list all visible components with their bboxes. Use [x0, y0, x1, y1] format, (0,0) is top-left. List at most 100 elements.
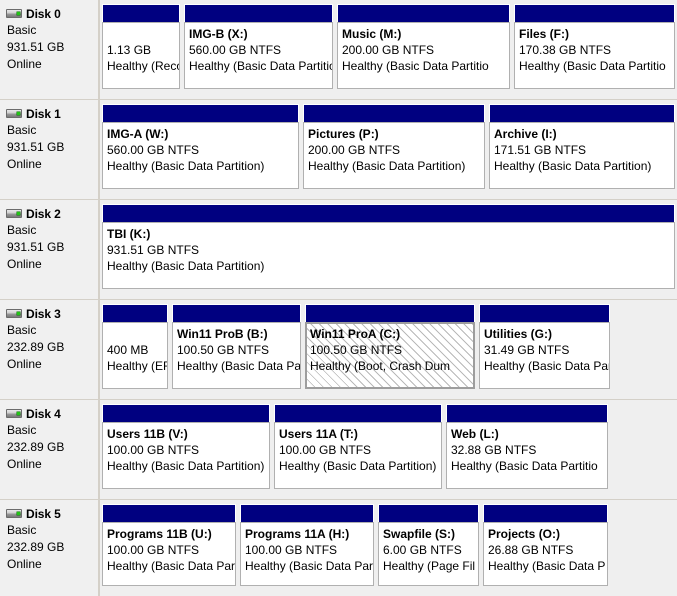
- online-status-led-icon: [17, 312, 20, 315]
- partition-text-lines: Swapfile (S:) 6.00 GB NTFS Healthy (Page F…: [383, 526, 475, 574]
- partition-block[interactable]: Users 11B (V:) 100.00 GB NTFS Healthy (Bas…: [100, 404, 272, 489]
- disk-info-pane-4[interactable]: Disk 4 Basic 232.89 GB Online: [0, 400, 100, 499]
- disk-status-label: Online: [7, 257, 42, 271]
- partition-details[interactable]: Projects (O:) 26.88 GB NTFS Healthy (Basic…: [483, 522, 608, 586]
- disk-info-pane-0[interactable]: Disk 0 Basic 931.51 GB Online: [0, 0, 100, 99]
- partition-status: Healthy (Basic Data Par: [245, 559, 374, 573]
- partition-text-lines: IMG-A (W:) 560.00 GB NTFS Healthy (Basic D…: [107, 126, 295, 174]
- partition-size: 931.51 GB NTFS: [107, 243, 200, 257]
- partition-usage-bar: [102, 504, 236, 522]
- partition-block[interactable]: Win11 ProB (B:) 100.50 GB NTFS Healthy (Ba…: [170, 304, 303, 389]
- partition-block[interactable]: Swapfile (S:) 6.00 GB NTFS Healthy (Page F…: [376, 504, 481, 586]
- partition-size: 200.00 GB NTFS: [308, 143, 401, 157]
- partition-text-lines: Music (M:) 200.00 GB NTFS Healthy (Basic D…: [342, 26, 506, 74]
- partition-label: Users 11B (V:): [107, 427, 188, 441]
- disk-capacity-label: 232.89 GB: [7, 440, 65, 454]
- partition-details[interactable]: TBI (K:) 931.51 GB NTFS Healthy (Basic Dat…: [102, 222, 675, 289]
- partition-details[interactable]: Music (M:) 200.00 GB NTFS Healthy (Basic D…: [337, 22, 510, 89]
- disk-info-pane-5[interactable]: Disk 5 Basic 232.89 GB Online: [0, 500, 100, 596]
- partition-label: Win11 ProB (B:): [177, 327, 268, 341]
- partition-size: 560.00 GB NTFS: [189, 43, 282, 57]
- partition-size: 170.38 GB NTFS: [519, 43, 612, 57]
- disk-type-label: Basic: [7, 523, 37, 537]
- disk-partitions-strip: Users 11B (V:) 100.00 GB NTFS Healthy (Bas…: [100, 400, 677, 499]
- partition-block[interactable]: Archive (I:) 171.51 GB NTFS Healthy (Basic…: [487, 104, 677, 189]
- partition-usage-bar: [446, 404, 608, 422]
- partition-usage-bar: [184, 4, 333, 22]
- partition-block[interactable]: Programs 11A (H:) 100.00 GB NTFS Healthy (…: [238, 504, 376, 586]
- partition-details[interactable]: Programs 11A (H:) 100.00 GB NTFS Healthy (…: [240, 522, 374, 586]
- partition-block[interactable]: Projects (O:) 26.88 GB NTFS Healthy (Basic…: [481, 504, 610, 586]
- partition-details[interactable]: Pictures (P:) 200.00 GB NTFS Healthy (Basi…: [303, 122, 485, 189]
- partition-block[interactable]: TBI (K:) 931.51 GB NTFS Healthy (Basic Dat…: [100, 204, 677, 289]
- partition-label: IMG-B (X:): [189, 27, 248, 41]
- partition-details[interactable]: Win11 ProA (C:) 100.50 GB NTFS Healthy (Bo…: [305, 322, 475, 389]
- partition-details[interactable]: Web (L:) 32.88 GB NTFS Healthy (Basic Data…: [446, 422, 608, 489]
- disk-row: Disk 0 Basic 931.51 GB Online 1.13 GB Health…: [0, 0, 677, 100]
- partition-usage-bar: [337, 4, 510, 22]
- partition-text-lines: Programs 11B (U:) 100.00 GB NTFS Healthy (…: [107, 526, 235, 574]
- partition-usage-bar: [514, 4, 675, 22]
- partition-details[interactable]: Users 11A (T:) 100.00 GB NTFS Healthy (Bas…: [274, 422, 442, 489]
- partition-block[interactable]: Web (L:) 32.88 GB NTFS Healthy (Basic Data…: [444, 404, 610, 489]
- partition-details[interactable]: Users 11B (V:) 100.00 GB NTFS Healthy (Bas…: [102, 422, 270, 489]
- disk-partitions-strip: TBI (K:) 931.51 GB NTFS Healthy (Basic Dat…: [100, 200, 677, 299]
- partition-details[interactable]: Utilities (G:) 31.49 GB NTFS Healthy (Basi…: [479, 322, 610, 389]
- partition-block[interactable]: Utilities (G:) 31.49 GB NTFS Healthy (Basi…: [477, 304, 612, 389]
- disk-drive-icon: [6, 409, 22, 418]
- partition-usage-bar: [102, 4, 180, 22]
- partition-status: Healthy (Basic Data Partitio: [519, 59, 666, 73]
- partition-size: 171.51 GB NTFS: [494, 143, 587, 157]
- partition-label: Swapfile (S:): [383, 527, 456, 541]
- partition-block[interactable]: Files (F:) 170.38 GB NTFS Healthy (Basic D…: [512, 4, 677, 89]
- partition-text-lines: Archive (I:) 171.51 GB NTFS Healthy (Basic…: [494, 126, 671, 174]
- partition-details[interactable]: IMG-B (X:) 560.00 GB NTFS Healthy (Basic D…: [184, 22, 333, 89]
- partition-label: Projects (O:): [488, 527, 561, 541]
- partition-usage-bar: [303, 104, 485, 122]
- partition-block[interactable]: Pictures (P:) 200.00 GB NTFS Healthy (Basi…: [301, 104, 487, 189]
- partition-status: Healthy (Basic Data Partition): [107, 459, 265, 473]
- partition-details[interactable]: Win11 ProB (B:) 100.50 GB NTFS Healthy (Ba…: [172, 322, 301, 389]
- disk-status-label: Online: [7, 557, 42, 571]
- partition-usage-bar: [102, 204, 675, 222]
- partition-status: Healthy (Page Fil: [383, 559, 476, 573]
- partition-block[interactable]: 400 MB Healthy (EF: [100, 304, 170, 389]
- partition-details[interactable]: 400 MB Healthy (EF: [102, 322, 168, 389]
- disk-name-label: Disk 3: [26, 306, 61, 321]
- disk-info-pane-3[interactable]: Disk 3 Basic 232.89 GB Online: [0, 300, 100, 399]
- partition-size: 100.00 GB NTFS: [107, 443, 200, 457]
- disk-title: Disk 1: [6, 106, 98, 121]
- partition-block[interactable]: IMG-B (X:) 560.00 GB NTFS Healthy (Basic D…: [182, 4, 335, 89]
- partition-details[interactable]: Files (F:) 170.38 GB NTFS Healthy (Basic D…: [514, 22, 675, 89]
- partition-text-lines: Files (F:) 170.38 GB NTFS Healthy (Basic D…: [519, 26, 671, 74]
- partition-text-lines: Users 11B (V:) 100.00 GB NTFS Healthy (Bas…: [107, 426, 266, 474]
- partition-text-lines: Projects (O:) 26.88 GB NTFS Healthy (Basic…: [488, 526, 606, 574]
- partition-block[interactable]: 1.13 GB Healthy (Reco: [100, 4, 182, 89]
- partition-label: Users 11A (T:): [279, 427, 358, 441]
- partition-details[interactable]: Swapfile (S:) 6.00 GB NTFS Healthy (Page F…: [378, 522, 479, 586]
- disk-info-pane-1[interactable]: Disk 1 Basic 931.51 GB Online: [0, 100, 100, 199]
- disk-partitions-strip: 1.13 GB Healthy (Reco IMG-B (X:) 560.00 GB …: [100, 0, 677, 99]
- disk-info-pane-2[interactable]: Disk 2 Basic 931.51 GB Online: [0, 200, 100, 299]
- disk-capacity-label: 232.89 GB: [7, 540, 65, 554]
- partition-label: Pictures (P:): [308, 127, 379, 141]
- partition-block[interactable]: Win11 ProA (C:) 100.50 GB NTFS Healthy (Bo…: [303, 304, 477, 389]
- partition-details[interactable]: Archive (I:) 171.51 GB NTFS Healthy (Basic…: [489, 122, 675, 189]
- disk-capacity-label: 232.89 GB: [7, 340, 65, 354]
- partition-block[interactable]: IMG-A (W:) 560.00 GB NTFS Healthy (Basic D…: [100, 104, 301, 189]
- partition-details[interactable]: 1.13 GB Healthy (Reco: [102, 22, 180, 89]
- partition-block[interactable]: Programs 11B (U:) 100.00 GB NTFS Healthy (…: [100, 504, 238, 586]
- partition-details[interactable]: Programs 11B (U:) 100.00 GB NTFS Healthy (…: [102, 522, 236, 586]
- disk-row: Disk 5 Basic 232.89 GB Online Programs 11B (…: [0, 500, 677, 596]
- partition-status: Healthy (Basic Data P: [488, 559, 606, 573]
- partition-status: Healthy (Basic Data Par: [484, 359, 610, 373]
- disk-name-label: Disk 2: [26, 206, 61, 221]
- partition-text-lines: Utilities (G:) 31.49 GB NTFS Healthy (Basi…: [484, 326, 610, 374]
- partition-size: 100.50 GB NTFS: [310, 343, 403, 357]
- disk-drive-icon: [6, 9, 22, 18]
- partition-block[interactable]: Music (M:) 200.00 GB NTFS Healthy (Basic D…: [335, 4, 512, 89]
- partition-details[interactable]: IMG-A (W:) 560.00 GB NTFS Healthy (Basic D…: [102, 122, 299, 189]
- partition-block[interactable]: Users 11A (T:) 100.00 GB NTFS Healthy (Bas…: [272, 404, 444, 489]
- disk-drive-icon: [6, 309, 22, 318]
- disk-partitions-strip: IMG-A (W:) 560.00 GB NTFS Healthy (Basic D…: [100, 100, 677, 199]
